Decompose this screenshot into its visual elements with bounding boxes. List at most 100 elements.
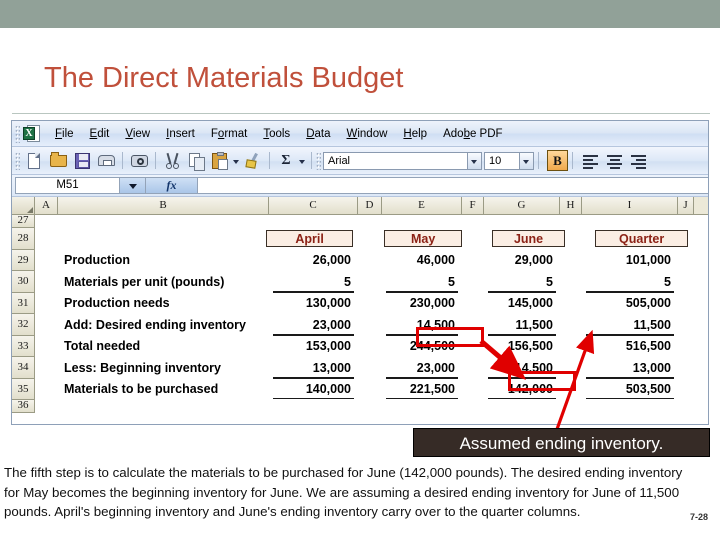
cell-value[interactable]: 140,000 — [269, 379, 358, 401]
cell-value[interactable]: 101,000 — [582, 250, 678, 272]
paste-dropdown-icon[interactable] — [232, 151, 241, 171]
cell-h28[interactable] — [569, 228, 591, 250]
cell-value[interactable]: 221,500 — [382, 379, 462, 401]
cell-spacer[interactable] — [358, 293, 382, 315]
row-header-36[interactable]: 36 — [12, 400, 35, 413]
bold-button[interactable]: B — [547, 150, 568, 171]
copy-icon[interactable] — [185, 150, 207, 172]
row-header-31[interactable]: 31 — [12, 292, 35, 314]
save-icon[interactable] — [71, 150, 93, 172]
cell-value[interactable]: 505,000 — [582, 293, 678, 315]
row-label[interactable]: Production needs — [58, 293, 269, 315]
cell-j34[interactable] — [678, 357, 694, 379]
column-header-e[interactable]: E — [382, 197, 462, 214]
cell-spacer[interactable] — [560, 314, 582, 336]
cell-j32[interactable] — [678, 314, 694, 336]
cell-f28[interactable] — [466, 228, 488, 250]
cell-value[interactable]: 145,000 — [484, 293, 560, 315]
column-header-b[interactable]: B — [58, 197, 269, 214]
font-name-dropdown-icon[interactable] — [468, 151, 482, 170]
menu-item-tools[interactable]: Tools — [255, 126, 298, 142]
row-header-30[interactable]: 30 — [12, 271, 35, 293]
row-header-35[interactable]: 35 — [12, 378, 35, 400]
header-april[interactable]: April — [266, 230, 353, 248]
row-label[interactable]: Production — [58, 250, 269, 272]
cell-value[interactable]: 503,500 — [582, 379, 678, 401]
column-header-j[interactable]: J — [678, 197, 694, 214]
align-center-icon[interactable] — [604, 151, 625, 171]
cell-j29[interactable] — [678, 250, 694, 272]
cell-value[interactable]: 130,000 — [269, 293, 358, 315]
menu-item-adobe-pdf[interactable]: Adobe PDF — [435, 126, 510, 142]
column-header-h[interactable]: H — [560, 197, 582, 214]
cell-spacer[interactable] — [358, 379, 382, 401]
menu-item-data[interactable]: Data — [298, 126, 338, 142]
cell-a34[interactable] — [35, 357, 58, 379]
column-header-c[interactable]: C — [269, 197, 358, 214]
row-label[interactable]: Add: Desired ending inventory — [58, 314, 269, 336]
cell-value[interactable]: 230,000 — [382, 293, 462, 315]
cell-blank[interactable] — [35, 400, 708, 413]
name-box[interactable]: M51 — [15, 177, 120, 194]
cell-spacer[interactable] — [560, 379, 582, 401]
cell-a28[interactable] — [35, 228, 58, 250]
cell-value[interactable]: 13,000 — [269, 357, 358, 379]
menu-item-edit[interactable]: Edit — [82, 126, 118, 142]
cell-a33[interactable] — [35, 336, 58, 358]
cell-spacer[interactable] — [462, 314, 484, 336]
open-folder-icon[interactable] — [47, 150, 69, 172]
row-header-29[interactable]: 29 — [12, 249, 35, 271]
cell-value[interactable]: 29,000 — [484, 250, 560, 272]
cell-value[interactable]: 11,500 — [484, 314, 560, 336]
menu-item-view[interactable]: View — [117, 126, 158, 142]
autosum-icon[interactable]: Σ — [275, 150, 297, 172]
column-header-g[interactable]: G — [484, 197, 560, 214]
header-may[interactable]: May — [384, 230, 463, 248]
cell-spacer[interactable] — [358, 271, 382, 293]
cell-value[interactable]: 142,000 — [484, 379, 560, 401]
align-right-icon[interactable] — [628, 151, 649, 171]
cell-value[interactable]: 46,000 — [382, 250, 462, 272]
cell-spacer[interactable] — [358, 250, 382, 272]
font-size-input[interactable]: 10 — [484, 151, 520, 170]
cell-value[interactable]: 23,000 — [269, 314, 358, 336]
cell-spacer[interactable] — [358, 357, 382, 379]
cell-spacer[interactable] — [560, 357, 582, 379]
formatting-toolbar-drag-handle-icon[interactable] — [316, 151, 321, 170]
font-size-dropdown-icon[interactable] — [520, 151, 534, 170]
toolbar-drag-handle-icon[interactable] — [15, 151, 20, 170]
cell-a30[interactable] — [35, 271, 58, 293]
row-label[interactable]: Total needed — [58, 336, 269, 358]
insert-function-icon[interactable]: fx — [146, 177, 198, 194]
header-june[interactable]: June — [491, 230, 566, 248]
row-header-27[interactable]: 27 — [12, 215, 35, 228]
menu-item-help[interactable]: Help — [395, 126, 435, 142]
cell-value[interactable]: 156,500 — [484, 336, 560, 358]
cell-spacer[interactable] — [560, 293, 582, 315]
row-label[interactable]: Less: Beginning inventory — [58, 357, 269, 379]
menu-item-file[interactable]: File — [47, 126, 82, 142]
cell-j35[interactable] — [678, 379, 694, 401]
cell-value[interactable]: 5 — [484, 271, 560, 293]
column-header-d[interactable]: D — [358, 197, 382, 214]
menu-item-insert[interactable]: Insert — [158, 126, 203, 142]
cell-value[interactable]: 244,500 — [382, 336, 462, 358]
cell-value[interactable]: 13,000 — [582, 357, 678, 379]
cell-a35[interactable] — [35, 379, 58, 401]
cell-b28[interactable] — [58, 228, 263, 250]
cell-j28[interactable] — [692, 228, 708, 250]
cell-a29[interactable] — [35, 250, 58, 272]
name-box-dropdown-icon[interactable] — [120, 177, 146, 194]
cell-j31[interactable] — [678, 293, 694, 315]
column-header-i[interactable]: I — [582, 197, 678, 214]
font-name-input[interactable]: Arial — [323, 151, 468, 170]
print-preview-icon[interactable] — [128, 150, 150, 172]
autosum-dropdown-icon[interactable] — [298, 151, 307, 171]
cell-value[interactable]: 14,500 — [382, 314, 462, 336]
cell-value[interactable]: 5 — [582, 271, 678, 293]
cell-spacer[interactable] — [462, 379, 484, 401]
column-header-f[interactable]: F — [462, 197, 484, 214]
paste-icon[interactable] — [209, 150, 231, 172]
cell-spacer[interactable] — [462, 271, 484, 293]
format-painter-icon[interactable] — [242, 150, 264, 172]
